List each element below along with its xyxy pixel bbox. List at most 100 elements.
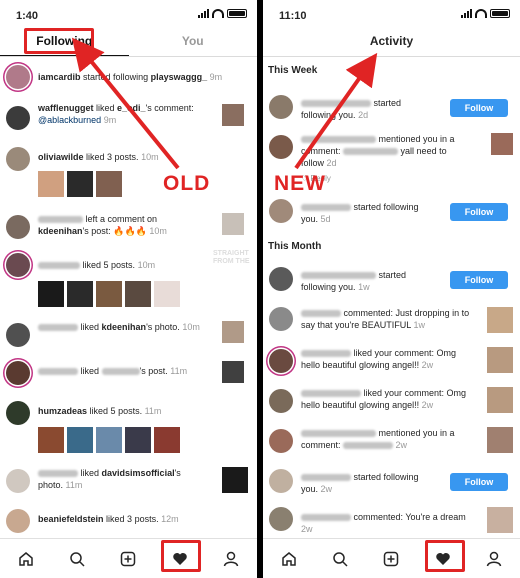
avatar[interactable] — [269, 307, 293, 331]
post-thumbnail[interactable] — [487, 427, 513, 453]
redacted-username — [38, 368, 78, 376]
status-icons — [198, 9, 247, 18]
page-title: Activity — [263, 30, 520, 57]
highlight-box — [24, 28, 94, 54]
profile-icon[interactable] — [223, 551, 239, 567]
post-strip — [38, 171, 122, 197]
redacted-username — [301, 136, 376, 144]
follow-button[interactable]: Follow — [450, 203, 508, 221]
avatar[interactable] — [269, 267, 293, 291]
wifi-icon — [212, 9, 224, 18]
post-thumbnail[interactable] — [96, 171, 122, 197]
post-thumbnail[interactable] — [222, 321, 244, 343]
redacted-username — [38, 324, 78, 332]
avatar[interactable] — [269, 507, 293, 531]
redacted-username — [301, 310, 341, 318]
username[interactable]: davidsimsofficial — [102, 468, 175, 478]
post-thumbnail[interactable] — [487, 507, 513, 533]
battery-icon — [490, 9, 510, 18]
avatar[interactable] — [6, 509, 30, 533]
follow-button[interactable]: Follow — [450, 99, 508, 117]
old-activity-screen: 1:40 Following You iamcardib started fol… — [0, 0, 257, 578]
post-thumbnail[interactable] — [222, 467, 248, 493]
username[interactable]: oliviawilde — [38, 152, 84, 162]
post-thumbnail[interactable] — [222, 104, 244, 126]
follow-button[interactable]: Follow — [450, 271, 508, 289]
post-thumbnail[interactable] — [38, 171, 64, 197]
status-icons — [461, 9, 510, 18]
follow-button[interactable]: Follow — [450, 473, 508, 491]
new-post-icon[interactable] — [383, 551, 399, 567]
avatar[interactable] — [6, 469, 30, 493]
post-thumbnail[interactable] — [38, 281, 64, 307]
status-time: 1:40 — [16, 10, 39, 22]
avatar[interactable] — [269, 135, 293, 159]
avatar[interactable] — [6, 361, 30, 385]
mention-link[interactable]: @ablackburned — [38, 115, 101, 125]
redacted-text — [343, 148, 399, 156]
username[interactable]: iamcardib — [38, 72, 81, 82]
avatar[interactable] — [6, 65, 30, 89]
redacted-username — [301, 204, 351, 212]
redacted-username — [301, 474, 351, 482]
section-header: This Month — [268, 241, 322, 252]
redacted-username — [101, 368, 140, 376]
redacted-username — [301, 390, 361, 398]
home-icon[interactable] — [281, 551, 297, 567]
username[interactable]: playswaggg_ — [151, 72, 208, 82]
redacted-username — [38, 216, 83, 224]
post-thumbnail[interactable] — [125, 281, 151, 307]
avatar[interactable] — [269, 389, 293, 413]
new-activity-screen: 11:10 Activity This Week started followi… — [263, 0, 520, 578]
redacted-username — [301, 514, 351, 522]
username[interactable]: wafflenugget — [38, 103, 94, 113]
section-header: This Week — [268, 65, 318, 76]
redacted-username — [38, 470, 78, 478]
avatar[interactable] — [269, 349, 293, 373]
avatar[interactable] — [269, 469, 293, 493]
battery-icon — [227, 9, 247, 18]
username[interactable]: kdeenihan — [38, 226, 83, 236]
username[interactable]: beaniefeldstein — [38, 514, 104, 524]
post-thumbnail[interactable] — [38, 427, 64, 453]
home-icon[interactable] — [18, 551, 34, 567]
post-thumbnail[interactable] — [67, 427, 93, 453]
post-thumbnail[interactable] — [67, 171, 93, 197]
tab-you[interactable]: You — [129, 30, 258, 56]
username[interactable]: kdeenihan — [102, 322, 147, 332]
post-thumbnail[interactable] — [96, 427, 122, 453]
post-thumbnail[interactable] — [491, 133, 513, 155]
search-icon[interactable] — [332, 551, 348, 567]
post-thumbnail[interactable] — [487, 347, 513, 373]
post-thumbnail[interactable] — [154, 427, 180, 453]
new-post-icon[interactable] — [120, 551, 136, 567]
post-strip — [38, 427, 180, 453]
signal-icon — [198, 9, 209, 18]
redacted-username — [38, 262, 80, 270]
avatar[interactable] — [6, 253, 30, 277]
avatar[interactable] — [6, 215, 30, 239]
username[interactable]: humzadeas — [38, 406, 87, 416]
avatar[interactable] — [269, 429, 293, 453]
avatar[interactable] — [269, 95, 293, 119]
avatar[interactable] — [269, 199, 293, 223]
search-icon[interactable] — [69, 551, 85, 567]
post-thumbnail[interactable] — [154, 281, 180, 307]
watermark: STRAIGHT FROM THE — [213, 250, 250, 265]
post-thumbnail[interactable] — [222, 213, 244, 235]
avatar[interactable] — [6, 401, 30, 425]
post-thumbnail[interactable] — [487, 387, 513, 413]
avatar[interactable] — [6, 106, 30, 130]
status-bar: 11:10 — [263, 0, 520, 30]
profile-icon[interactable] — [486, 551, 502, 567]
avatar[interactable] — [6, 147, 30, 171]
comparison-image: 1:40 Following You iamcardib started fol… — [0, 0, 520, 578]
post-thumbnail[interactable] — [96, 281, 122, 307]
post-thumbnail[interactable] — [487, 307, 513, 333]
post-thumbnail[interactable] — [67, 281, 93, 307]
post-thumbnail[interactable] — [125, 427, 151, 453]
post-thumbnail[interactable] — [222, 361, 244, 383]
signal-icon — [461, 9, 472, 18]
avatar[interactable] — [6, 323, 30, 347]
redacted-text — [343, 442, 394, 450]
